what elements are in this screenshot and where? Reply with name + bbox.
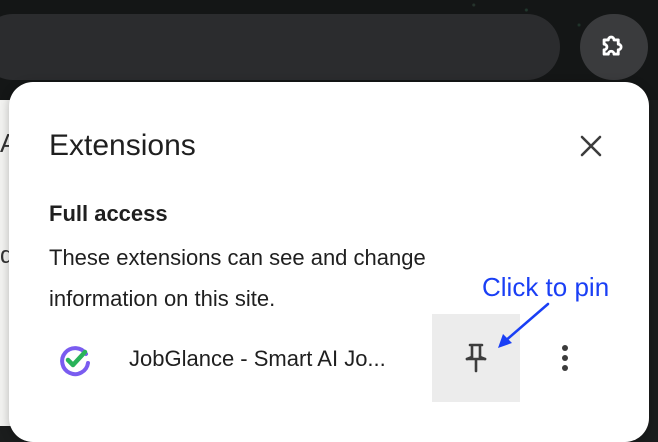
click-to-pin-annotation: Click to pin xyxy=(482,272,610,302)
close-icon xyxy=(580,135,602,157)
puzzle-piece-icon xyxy=(602,35,623,56)
pin-icon xyxy=(465,343,487,373)
full-access-heading: Full access xyxy=(49,201,168,226)
address-bar[interactable] xyxy=(0,14,560,80)
close-button[interactable] xyxy=(571,126,611,166)
more-vert-icon xyxy=(562,345,568,371)
full-access-description: These extensions can see and change info… xyxy=(49,245,426,311)
popup-title: Extensions xyxy=(49,129,196,162)
jobglance-logo-icon xyxy=(60,346,90,377)
extension-name[interactable]: JobGlance - Smart AI Jo... xyxy=(129,346,386,372)
annotation-arrow-icon xyxy=(498,302,550,348)
extensions-popup: Extensions Full access These extensions … xyxy=(9,82,649,442)
extensions-toolbar-button[interactable] xyxy=(580,14,648,80)
